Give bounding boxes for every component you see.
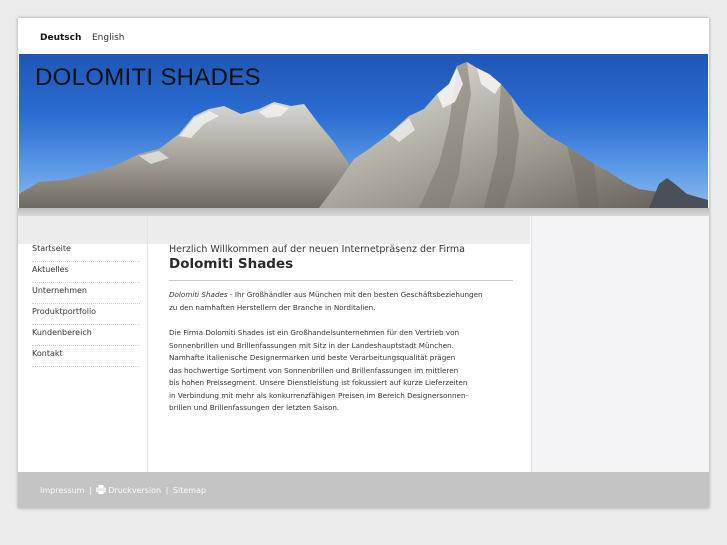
footer-separator: | [165, 486, 169, 495]
impressum-link[interactable]: Impressum [40, 486, 84, 495]
page-container: Deutsch English DOLOMITI SHADES Startsei… [18, 18, 709, 508]
language-english-link[interactable]: English [92, 33, 125, 43]
heading-rule [169, 280, 513, 281]
right-sidebar [531, 216, 709, 472]
main-content: Herzlich Willkommen auf der neuen Intern… [169, 244, 513, 415]
language-bar: Deutsch English [18, 18, 709, 54]
description-line: brillen und Brillenfassungen der letzten… [169, 403, 340, 412]
footer: Impressum | Druckversion | Sitemap [18, 472, 709, 508]
description-line: Die Firma Dolomiti Shades ist ein Großha… [169, 328, 460, 337]
footer-separator: | [89, 486, 92, 495]
intro-line-2: zu den namhaften Herstellern der Branche… [169, 302, 376, 312]
sidebar-item-kundenbereich[interactable]: Kundenbereich [32, 326, 140, 346]
druckversion-link[interactable]: Druckversion [108, 486, 161, 495]
company-description: Die Firma Dolomiti Shades ist ein Großha… [169, 327, 513, 415]
header-banner: DOLOMITI SHADES [19, 54, 708, 208]
language-deutsch-link[interactable]: Deutsch [40, 33, 81, 43]
site-title: DOLOMITI SHADES [35, 64, 261, 91]
sidebar-item-startseite[interactable]: Startseite [32, 242, 140, 262]
description-line: Sonnenbrillen und Brillenfassungen mit S… [169, 340, 454, 350]
description-line: Namhafte italienische Designermarken und… [169, 353, 456, 362]
footer-links: Impressum | Druckversion | Sitemap [40, 485, 206, 495]
company-heading: Dolomiti Shades [169, 256, 294, 272]
intro-line-1: - Ihr Großhändler aus München mit den be… [227, 290, 483, 299]
sitemap-link[interactable]: Sitemap [173, 486, 206, 495]
description-line: das hochwertige Sortiment von Sonnenbril… [169, 365, 459, 375]
intro-company-name: Dolomiti Shades [169, 290, 228, 299]
intro-paragraph: Dolomiti Shades - Ihr Großhändler aus Mü… [169, 289, 513, 314]
sidebar-nav: Startseite Aktuelles Unternehmen Produkt… [32, 242, 140, 368]
banner-shadow-divider [18, 208, 709, 216]
sidebar-item-aktuelles[interactable]: Aktuelles [32, 263, 140, 283]
sidebar-item-kontakt[interactable]: Kontakt [32, 347, 140, 367]
description-line: in Verbindung mit mehr als konkurrenzfäh… [169, 390, 469, 400]
content-top-band [18, 216, 530, 244]
description-line: bis hohen Preissegment. Unsere Dienstlei… [169, 378, 468, 387]
printer-icon[interactable] [96, 485, 107, 494]
sidebar-item-unternehmen[interactable]: Unternehmen [32, 284, 140, 304]
welcome-text: Herzlich Willkommen auf der neuen Intern… [169, 244, 466, 255]
sidebar-item-produktportfolio[interactable]: Produktportfolio [32, 305, 140, 325]
sidebar-divider [147, 216, 148, 472]
